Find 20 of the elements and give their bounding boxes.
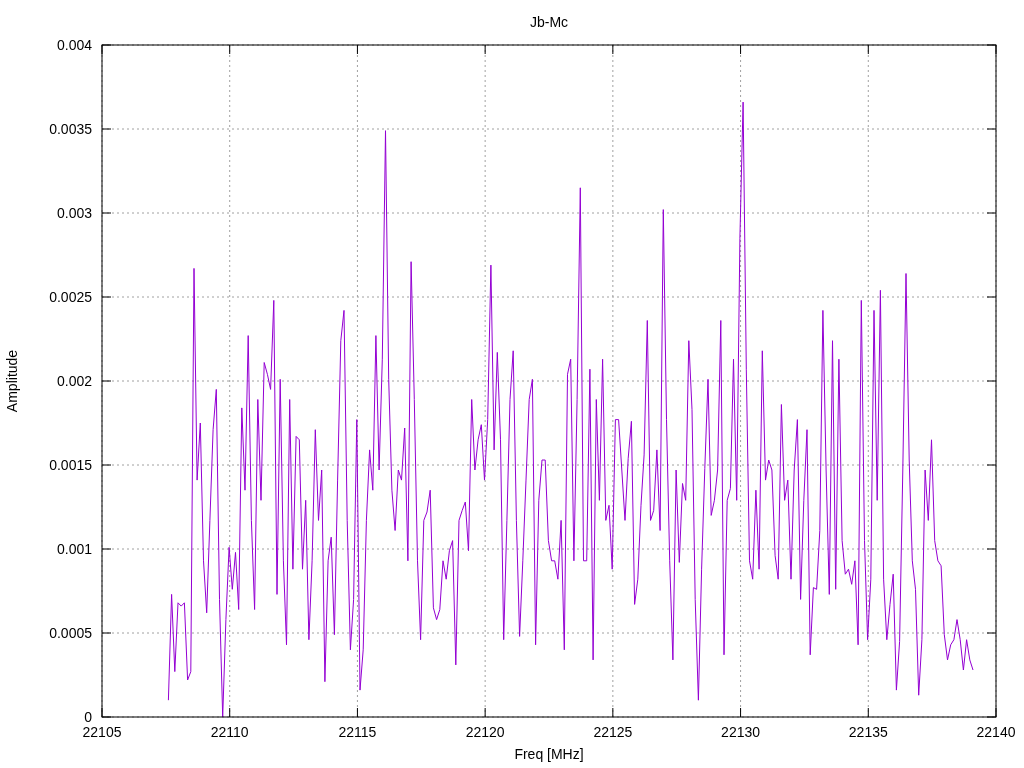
x-tick-label: 22130 [721,724,761,740]
x-tick-label: 22140 [976,724,1016,740]
y-tick-label: 0.0015 [49,457,92,473]
y-tick-label: 0.0035 [49,121,92,137]
x-tick-label: 22105 [82,724,122,740]
y-tick-label: 0.0005 [49,625,92,641]
y-tick-label: 0.002 [56,373,92,389]
y-tick-label: 0.004 [56,37,92,53]
x-axis-label: Freq [MHz] [514,746,584,762]
x-tick-label: 22120 [465,724,505,740]
chart-title: Jb-Mc [529,14,569,30]
x-tick-label: 22135 [848,724,888,740]
y-axis-label: Amplitude [4,349,20,413]
y-tick-label: 0.0025 [49,289,92,305]
y-tick-label: 0.001 [56,541,92,557]
x-tick-label: 22125 [593,724,633,740]
x-tick-label: 22110 [210,724,249,740]
y-tick-label: 0.003 [56,205,92,221]
x-tick-label: 22115 [338,724,377,740]
y-tick-label: 0 [84,709,92,725]
